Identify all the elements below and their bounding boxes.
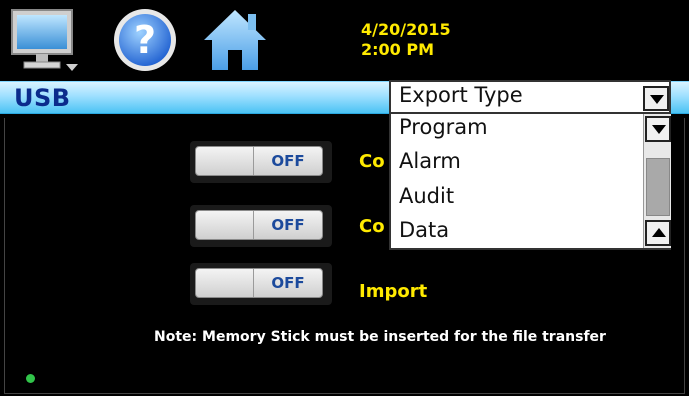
toggle-state: OFF bbox=[271, 274, 305, 292]
option-data[interactable]: Data bbox=[399, 218, 449, 242]
toggle-state: OFF bbox=[271, 216, 305, 234]
page-title: USB bbox=[14, 84, 71, 112]
chevron-down-icon bbox=[652, 125, 666, 134]
memory-stick-note: Note: Memory Stick must be inserted for … bbox=[154, 329, 606, 345]
export-type-value: Export Type bbox=[399, 83, 523, 107]
help-symbol: ? bbox=[134, 18, 156, 62]
toggle-knob bbox=[196, 147, 254, 175]
monitor-icon[interactable] bbox=[10, 6, 80, 74]
option-alarm[interactable]: Alarm bbox=[399, 149, 461, 173]
toggle-3-frame: OFF bbox=[190, 263, 332, 305]
dropdown-arrow-button[interactable] bbox=[643, 86, 669, 111]
toggle-2-frame: OFF bbox=[190, 205, 332, 247]
toggle-switch-1[interactable]: OFF bbox=[195, 146, 323, 176]
scroll-up-button[interactable] bbox=[645, 220, 671, 246]
scroll-down-button[interactable] bbox=[645, 116, 671, 142]
toggle-switch-2[interactable]: OFF bbox=[195, 210, 323, 240]
help-icon[interactable]: ? bbox=[110, 6, 180, 74]
export-type-options: Program Alarm Audit Data bbox=[389, 114, 671, 250]
import-label: Import bbox=[359, 281, 428, 302]
date-text: 4/20/2015 bbox=[361, 20, 451, 39]
scroll-thumb[interactable] bbox=[646, 158, 670, 216]
export-type-select[interactable]: Export Type bbox=[389, 80, 671, 114]
chevron-up-icon bbox=[652, 228, 666, 237]
toggle-state: OFF bbox=[271, 152, 305, 170]
home-icon[interactable] bbox=[200, 6, 270, 74]
status-indicator-dot bbox=[26, 374, 35, 383]
toggle-knob bbox=[196, 211, 254, 239]
datetime: 4/20/2015 2:00 PM bbox=[361, 20, 451, 60]
top-bar: ? 4/20/2015 2:00 PM bbox=[0, 0, 689, 78]
import-toggle[interactable]: OFF bbox=[195, 268, 323, 298]
toggle-1-frame: OFF bbox=[190, 141, 332, 183]
option-program[interactable]: Program bbox=[399, 115, 488, 139]
toggle-knob bbox=[196, 269, 254, 297]
scrollbar[interactable] bbox=[643, 114, 671, 248]
option-audit[interactable]: Audit bbox=[399, 184, 454, 208]
time-text: 2:00 PM bbox=[361, 40, 435, 59]
toggle-1-label: Co bbox=[359, 151, 385, 172]
toggle-2-label: Co bbox=[359, 216, 385, 237]
chevron-down-icon bbox=[650, 95, 664, 104]
